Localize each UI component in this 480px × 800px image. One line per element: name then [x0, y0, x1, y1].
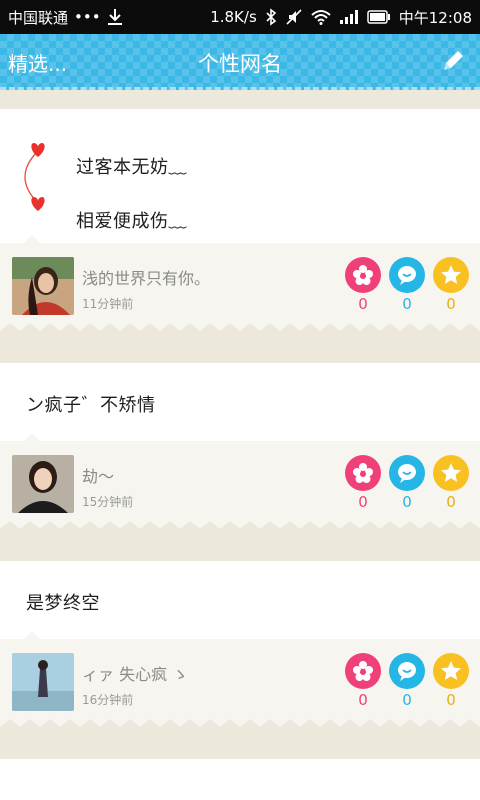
username[interactable]: ィァ 失心疯 ゝ	[82, 661, 188, 685]
signal-icon	[339, 9, 359, 25]
post-content: 过客本无妨﹏ 相爱便成伤﹏	[0, 109, 480, 243]
comment-bubble-icon	[389, 257, 425, 293]
comment-button[interactable]: 0	[388, 257, 426, 313]
back-button[interactable]: 精选...	[8, 48, 67, 77]
mute-icon	[285, 8, 303, 26]
comment-count: 0	[402, 295, 412, 313]
favorite-count: 0	[446, 493, 456, 511]
post-content: 是梦终空	[0, 561, 480, 639]
favorite-button[interactable]: 0	[432, 653, 470, 709]
post-time: 15分钟前	[82, 495, 134, 509]
bluetooth-icon	[265, 8, 277, 26]
favorite-count: 0	[446, 691, 456, 709]
post-card-partial[interactable]	[0, 759, 480, 800]
flower-icon	[345, 455, 381, 491]
feed-spacer	[0, 545, 480, 561]
download-icon	[107, 8, 123, 26]
like-count: 0	[358, 493, 368, 511]
wifi-icon	[311, 9, 331, 25]
post-actions: 0 0 0	[344, 455, 470, 511]
page-title: 个性网名	[198, 52, 282, 76]
star-icon	[433, 257, 469, 293]
comment-count: 0	[402, 493, 412, 511]
heart-connector-icon	[24, 143, 45, 211]
comment-bubble-icon	[389, 455, 425, 491]
like-count: 0	[358, 691, 368, 709]
feed-spacer	[0, 743, 480, 759]
avatar[interactable]	[12, 257, 74, 315]
post-card[interactable]: 是梦终空 ィァ 失心疯 ゝ 16分钟前 0 0 0	[0, 561, 480, 743]
comment-button[interactable]: 0	[388, 455, 426, 511]
post-card[interactable]: 过客本无妨﹏ 相爱便成伤﹏ 浅的世界只有你。 11分钟前 0 0 0	[0, 109, 480, 347]
carrier-label: 中国联通	[8, 8, 69, 27]
post-footer: ィァ 失心疯 ゝ 16分钟前 0 0 0	[0, 631, 480, 743]
post-line: 过客本无妨﹏	[76, 157, 187, 178]
post-time: 16分钟前	[82, 693, 134, 707]
post-footer: 浅的世界只有你。 11分钟前 0 0 0	[0, 235, 480, 347]
comment-bubble-icon	[389, 653, 425, 689]
pencil-icon[interactable]	[438, 46, 468, 76]
title-bar: 精选... 个性网名	[0, 34, 480, 90]
post-footer: 劫～ 15分钟前 0 0 0	[0, 433, 480, 545]
post-actions: 0 0 0	[344, 257, 470, 313]
post-card[interactable]: ン疯子゛不矫情 劫～ 15分钟前 0 0 0	[0, 363, 480, 545]
feed-spacer	[0, 347, 480, 363]
status-bar: 中国联通 ••• 1.8K/s 中午12:08	[0, 0, 480, 34]
like-button[interactable]: 0	[344, 653, 382, 709]
network-speed: 1.8K/s	[210, 8, 257, 26]
feed-list: 过客本无妨﹏ 相爱便成伤﹏ 浅的世界只有你。 11分钟前 0 0 0 ン疯子゛不…	[0, 93, 480, 800]
star-icon	[433, 455, 469, 491]
clock: 中午12:08	[398, 8, 472, 27]
flower-icon	[345, 257, 381, 293]
battery-icon	[367, 10, 391, 24]
post-actions: 0 0 0	[344, 653, 470, 709]
avatar[interactable]	[12, 653, 74, 711]
flower-icon	[345, 653, 381, 689]
post-time: 11分钟前	[82, 297, 134, 311]
username[interactable]: 劫～	[82, 463, 114, 487]
zigzag-divider	[0, 323, 480, 347]
avatar[interactable]	[12, 455, 74, 513]
like-count: 0	[358, 295, 368, 313]
favorite-button[interactable]: 0	[432, 257, 470, 313]
notification-dots: •••	[74, 8, 101, 26]
feed-spacer	[0, 93, 480, 109]
zigzag-divider	[0, 719, 480, 743]
post-line: ン疯子゛不矫情	[26, 395, 156, 416]
comment-count: 0	[402, 691, 412, 709]
favorite-button[interactable]: 0	[432, 455, 470, 511]
zigzag-divider	[0, 521, 480, 545]
post-line: 是梦终空	[26, 593, 100, 614]
star-icon	[433, 653, 469, 689]
post-content: ン疯子゛不矫情	[0, 363, 480, 441]
like-button[interactable]: 0	[344, 257, 382, 313]
post-line: 相爱便成伤﹏	[76, 211, 187, 232]
like-button[interactable]: 0	[344, 455, 382, 511]
comment-button[interactable]: 0	[388, 653, 426, 709]
username[interactable]: 浅的世界只有你。	[82, 265, 210, 289]
favorite-count: 0	[446, 295, 456, 313]
